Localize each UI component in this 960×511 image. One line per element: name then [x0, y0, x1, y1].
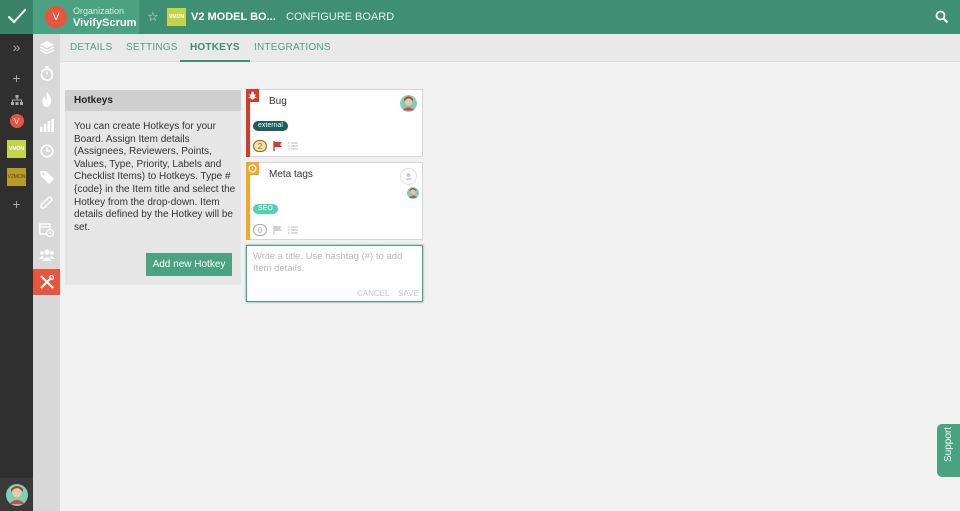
board-tools-column: [33, 34, 60, 511]
save-button[interactable]: SAVE: [398, 289, 419, 298]
tab-integrations[interactable]: INTEGRATIONS: [254, 34, 331, 62]
tab-settings[interactable]: SETTINGS: [126, 34, 178, 62]
hotkeys-panel: Hotkeys You can create Hotkeys for your …: [65, 90, 241, 285]
user-avatar-icon: [5, 483, 28, 506]
user-avatar[interactable]: [0, 478, 33, 511]
new-card-title-input[interactable]: Write a title. Use hashtag (#) to add It…: [253, 251, 421, 275]
configure-tools-icon[interactable]: [33, 269, 60, 295]
checklist-icon: [288, 226, 298, 234]
bar-chart-icon[interactable]: [33, 112, 60, 138]
org-name: VivifyScrum: [73, 17, 137, 29]
page-title: CONFIGURE BOARD: [286, 11, 395, 23]
sidebar-org-avatar[interactable]: V: [0, 114, 33, 128]
board-thumbnail[interactable]: VMON: [167, 8, 186, 26]
hotkeys-description: You can create Hotkeys for your Board. A…: [74, 121, 236, 233]
card-title: Meta tags: [269, 169, 313, 180]
new-hotkey-card-form[interactable]: Write a title. Use hashtag (#) to add It…: [246, 245, 423, 302]
add-board-icon[interactable]: +: [0, 196, 33, 212]
app-logo[interactable]: [0, 0, 33, 34]
cancel-button[interactable]: CANCEL: [357, 289, 389, 298]
reviewer-avatar-icon[interactable]: [407, 187, 419, 199]
sidebar-board-v2mon[interactable]: V2MON: [0, 168, 33, 186]
feature-icon: [246, 162, 259, 175]
config-tabs: DETAILS SETTINGS HOTKEYS INTEGRATIONS: [60, 34, 960, 62]
card-label: external: [253, 121, 288, 131]
hotkey-card-bug[interactable]: Bug external 2: [246, 89, 423, 157]
left-sidebar: » + V VMON V2MON +: [0, 34, 33, 511]
stopwatch-icon[interactable]: [33, 60, 60, 86]
tag-icon[interactable]: [33, 164, 60, 190]
hotkeys-panel-title: Hotkeys: [65, 90, 241, 111]
layers-icon[interactable]: [33, 34, 60, 60]
expand-sidebar-icon[interactable]: »: [0, 39, 33, 55]
search-icon[interactable]: [935, 10, 949, 24]
empty-assignee-icon[interactable]: [400, 168, 417, 185]
org-label: Organization: [73, 6, 125, 16]
team-icon[interactable]: [33, 242, 60, 268]
points-badge: 2: [253, 140, 267, 152]
support-button[interactable]: Support: [937, 424, 960, 477]
hotkey-card-meta-tags[interactable]: Meta tags SEO 0: [246, 162, 423, 240]
card-label: SEO: [253, 204, 278, 214]
fire-icon[interactable]: [33, 86, 60, 112]
support-label: Support: [943, 426, 954, 462]
history-icon[interactable]: [33, 138, 60, 164]
attachment-icon[interactable]: [33, 190, 60, 216]
points-badge: 0: [253, 224, 267, 236]
checklist-icon: [288, 142, 298, 150]
add-new-hotkey-button[interactable]: Add new Hotkey: [146, 253, 232, 276]
sidebar-board-vmon[interactable]: VMON: [0, 140, 33, 158]
add-icon[interactable]: +: [0, 70, 33, 86]
checkmark-logo-icon: [7, 9, 26, 24]
priority-flag-icon: [273, 225, 282, 235]
calendar-clock-icon[interactable]: [33, 216, 60, 242]
bug-icon: [246, 89, 259, 102]
card-title: Bug: [269, 96, 287, 107]
org-chart-icon[interactable]: [0, 93, 33, 107]
top-bar: V Organization VivifyScrum ☆ VMON V2 MOD…: [0, 0, 960, 34]
tab-details[interactable]: DETAILS: [70, 34, 112, 62]
priority-flag-icon: [273, 141, 282, 151]
assignee-avatar-icon[interactable]: [400, 95, 417, 112]
board-name[interactable]: V2 MODEL BO...: [191, 11, 276, 23]
tab-hotkeys[interactable]: HOTKEYS: [180, 34, 250, 62]
star-icon[interactable]: ☆: [147, 10, 159, 23]
org-avatar: V: [45, 6, 67, 28]
organization-switcher[interactable]: V Organization VivifyScrum: [33, 0, 139, 34]
